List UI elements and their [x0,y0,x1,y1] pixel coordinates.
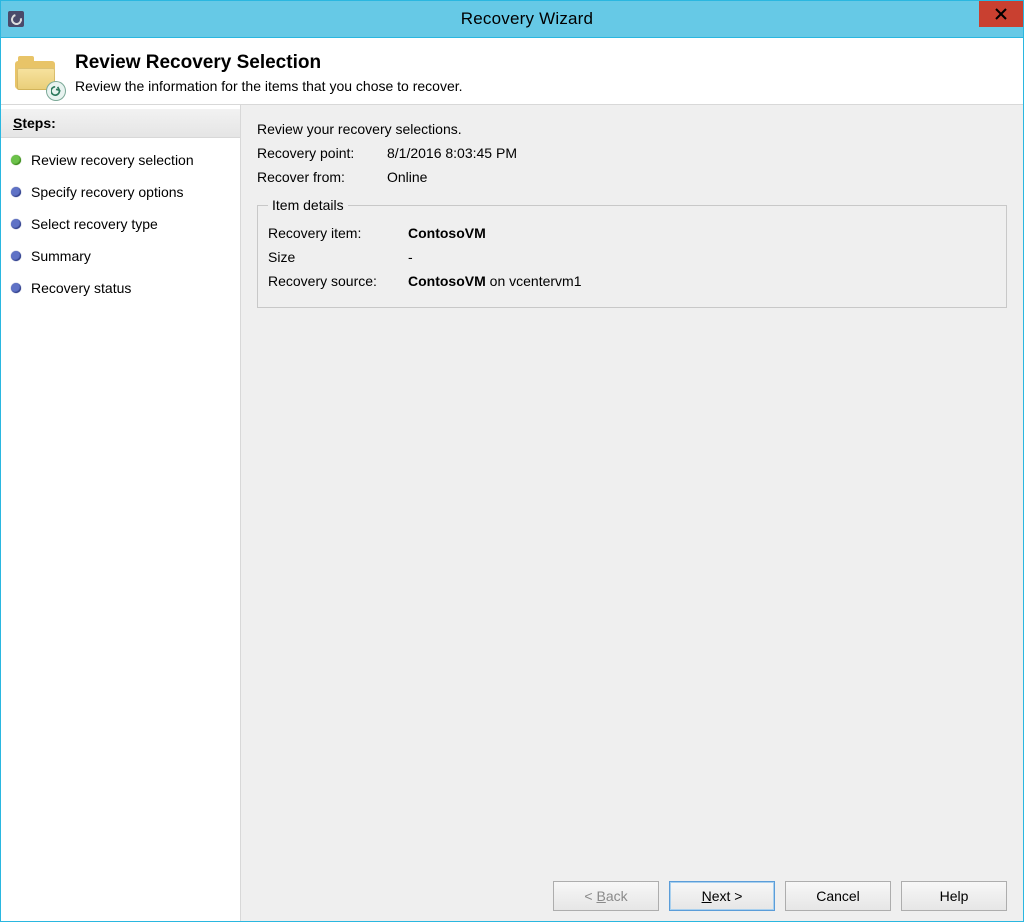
recovery-item-value: ContosoVM [408,225,486,241]
step-bullet-pending-icon [11,251,21,261]
cancel-button[interactable]: Cancel [785,881,891,911]
steps-heading: Steps: [1,109,240,138]
size-row: Size - [268,245,996,269]
main-panel: Review your recovery selections. Recover… [241,105,1023,921]
recovery-source-value: ContosoVM on vcentervm1 [408,273,581,289]
titlebar: Recovery Wizard [1,1,1023,38]
next-button[interactable]: Next > [669,881,775,911]
help-button[interactable]: Help [901,881,1007,911]
recovery-point-value: 8/1/2016 8:03:45 PM [387,145,517,161]
recovery-source-row: Recovery source: ContosoVM on vcentervm1 [268,269,996,293]
item-details-group: Item details Recovery item: ContosoVM Si… [257,197,1007,308]
steps-sidebar: Steps: Review recovery selection Specify… [1,105,241,921]
step-select-recovery-type[interactable]: Select recovery type [1,208,240,240]
step-label: Summary [31,248,91,264]
wizard-button-row: < Back Next > Cancel Help [257,871,1007,911]
step-bullet-pending-icon [11,187,21,197]
page-header-text: Review Recovery Selection Review the inf… [75,52,463,94]
step-bullet-pending-icon [11,219,21,229]
recovery-item-row: Recovery item: ContosoVM [268,221,996,245]
page-subtitle: Review the information for the items tha… [75,78,463,94]
step-bullet-pending-icon [11,283,21,293]
close-button[interactable] [979,1,1023,27]
app-icon [8,11,24,27]
recovery-point-row: Recovery point: 8/1/2016 8:03:45 PM [257,141,1007,165]
recover-from-label: Recover from: [257,169,387,185]
step-label: Recovery status [31,280,131,296]
recovery-item-label: Recovery item: [268,225,408,241]
recover-from-value: Online [387,169,427,185]
item-details-legend: Item details [268,197,348,213]
step-list: Review recovery selection Specify recove… [1,138,240,304]
size-label: Size [268,249,408,265]
wizard-body: Steps: Review recovery selection Specify… [1,105,1023,921]
page-header: Review Recovery Selection Review the inf… [1,38,1023,105]
close-icon [995,8,1007,20]
app-icon-wrap [1,11,31,27]
recovery-source-label: Recovery source: [268,273,408,289]
window-title: Recovery Wizard [31,9,1023,29]
folder-search-icon [15,56,61,96]
step-label: Select recovery type [31,216,158,232]
size-value: - [408,249,413,265]
step-label: Specify recovery options [31,184,184,200]
step-summary[interactable]: Summary [1,240,240,272]
step-recovery-status[interactable]: Recovery status [1,272,240,304]
intro-text: Review your recovery selections. [257,117,1007,141]
recovery-wizard-window: Recovery Wizard Review Recovery Selectio… [0,0,1024,922]
step-review-recovery-selection[interactable]: Review recovery selection [1,144,240,176]
step-bullet-active-icon [11,155,21,165]
recover-from-row: Recover from: Online [257,165,1007,189]
back-button[interactable]: < Back [553,881,659,911]
recovery-point-label: Recovery point: [257,145,387,161]
page-title: Review Recovery Selection [75,52,463,74]
step-label: Review recovery selection [31,152,194,168]
step-specify-recovery-options[interactable]: Specify recovery options [1,176,240,208]
